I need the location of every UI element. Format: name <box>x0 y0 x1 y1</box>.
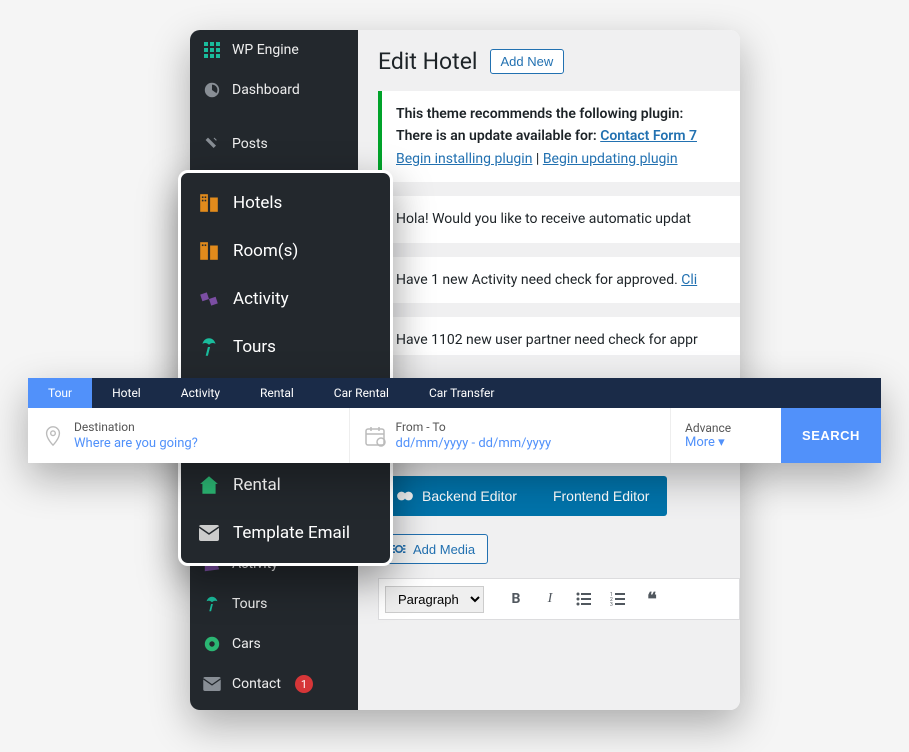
popout-label: Activity <box>233 289 289 309</box>
sidebar-item-label: Tours <box>232 596 267 612</box>
vc-icon <box>396 489 414 503</box>
popout-label: Hotels <box>233 193 282 213</box>
popout-label: Template Email <box>233 523 350 543</box>
search-tab-hotel[interactable]: Hotel <box>92 378 161 408</box>
sidebar-item-label: Posts <box>232 136 268 152</box>
rental-icon <box>197 473 221 497</box>
sidebar-item-label: WP Engine <box>232 42 299 58</box>
sidebar-item-label: Cars <box>232 636 261 652</box>
sidebar-item-tours[interactable]: Tours <box>190 584 358 624</box>
number-list-button[interactable]: 123 <box>604 585 632 613</box>
search-tab-tour[interactable]: Tour <box>28 378 92 408</box>
link-activity-check[interactable]: Cli <box>681 272 697 288</box>
hotels-icon <box>197 191 221 215</box>
search-tab-car-rental[interactable]: Car Rental <box>314 378 409 408</box>
popout-item-tours[interactable]: Tours <box>181 323 390 371</box>
sidebar-item-wpengine[interactable]: WP Engine <box>190 30 358 70</box>
page-title-row: Edit Hotel Add New <box>378 48 740 75</box>
paragraph-select[interactable]: Paragraph <box>385 586 484 613</box>
link-begin-update[interactable]: Begin updating plugin <box>543 151 678 167</box>
activity-icon <box>197 287 221 311</box>
popout-item-hotels[interactable]: Hotels <box>181 179 390 227</box>
popout-item-template-email[interactable]: Template Email <box>181 509 390 557</box>
location-icon <box>42 425 64 447</box>
content-area: Edit Hotel Add New This theme recommends… <box>358 30 740 710</box>
email-icon <box>197 521 221 545</box>
dashboard-icon <box>202 80 222 100</box>
link-begin-install[interactable]: Begin installing plugin <box>396 151 532 167</box>
notice-partner: Have 1102 new user partner need check fo… <box>378 317 740 355</box>
advance-more[interactable]: More ▾ <box>685 435 767 450</box>
search-tab-rental[interactable]: Rental <box>240 378 314 408</box>
page-title: Edit Hotel <box>378 48 478 75</box>
editor-toolbar: Paragraph B I 123 ❝ <box>378 578 740 620</box>
sidebar-item-label: Contact <box>232 676 281 692</box>
add-new-button[interactable]: Add New <box>490 49 565 74</box>
posts-icon <box>202 134 222 154</box>
search-fields-row: Destination Where are you going? From - … <box>28 408 881 463</box>
popout-item-activity[interactable]: Activity <box>181 275 390 323</box>
search-tab-car-transfer[interactable]: Car Transfer <box>409 378 515 408</box>
search-tabs: Tour Hotel Activity Rental Car Rental Ca… <box>28 378 881 408</box>
tours-icon <box>197 335 221 359</box>
add-media-button[interactable]: Add Media <box>378 534 488 564</box>
notice-activity: Have 1 new Activity need check for appro… <box>378 257 740 303</box>
backend-editor-button[interactable]: Backend Editor <box>378 476 535 516</box>
advance-label: Advance <box>685 421 767 435</box>
date-label: From - To <box>396 420 552 434</box>
svg-text:3: 3 <box>610 602 613 606</box>
wpengine-icon <box>202 40 222 60</box>
search-field-date[interactable]: From - To dd/mm/yyyy - dd/mm/yyyy <box>350 408 672 463</box>
cars-icon <box>202 634 222 654</box>
search-field-destination[interactable]: Destination Where are you going? <box>28 408 350 463</box>
popout-item-rental[interactable]: Rental <box>181 461 390 509</box>
sidebar-item-contact[interactable]: Contact 1 <box>190 664 358 704</box>
popout-label: Room(s) <box>233 241 298 261</box>
sidebar-item-posts[interactable]: Posts <box>190 124 358 164</box>
popout-menu: Hotels Room(s) Activity Tours Rental Tem… <box>178 170 393 566</box>
contact-badge: 1 <box>295 675 313 693</box>
quote-button[interactable]: ❝ <box>638 585 666 613</box>
search-bar: Tour Hotel Activity Rental Car Rental Ca… <box>28 378 881 463</box>
calendar-icon <box>364 425 386 447</box>
bold-button[interactable]: B <box>502 585 530 613</box>
popout-label: Tours <box>233 337 276 357</box>
popout-item-rooms[interactable]: Room(s) <box>181 227 390 275</box>
notice-plugins: This theme recommends the following plug… <box>378 91 740 182</box>
sidebar-item-cars[interactable]: Cars <box>190 624 358 664</box>
date-input[interactable]: dd/mm/yyyy - dd/mm/yyyy <box>396 436 552 451</box>
notice-updates: Hola! Would you like to receive automati… <box>378 196 740 242</box>
destination-label: Destination <box>74 420 198 434</box>
rooms-icon <box>197 239 221 263</box>
tours-icon <box>202 594 222 614</box>
popout-label: Rental <box>233 475 281 495</box>
italic-button[interactable]: I <box>536 585 564 613</box>
search-button[interactable]: SEARCH <box>781 408 881 463</box>
link-contact-form[interactable]: Contact Form 7 <box>600 128 697 144</box>
contact-icon <box>202 674 222 694</box>
frontend-editor-button[interactable]: Frontend Editor <box>535 476 668 516</box>
destination-input[interactable]: Where are you going? <box>74 436 198 451</box>
editor-buttons: Backend Editor Frontend Editor <box>378 476 740 516</box>
search-tab-activity[interactable]: Activity <box>161 378 240 408</box>
bullet-list-button[interactable] <box>570 585 598 613</box>
media-icon <box>391 541 407 557</box>
search-advance[interactable]: Advance More ▾ <box>671 408 781 463</box>
sidebar-item-dashboard[interactable]: Dashboard <box>190 70 358 110</box>
sidebar-item-label: Dashboard <box>232 82 300 98</box>
